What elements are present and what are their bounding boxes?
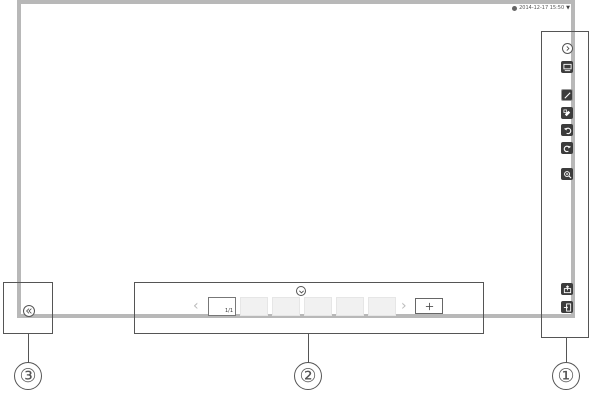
status-dropdown-icon[interactable]: ▼	[566, 5, 570, 11]
callout-box-back	[3, 282, 53, 334]
status-datetime: 2014-12-17 15:50	[519, 5, 565, 11]
callout-leader-3	[28, 334, 29, 363]
callout-number-2: ②	[294, 362, 322, 390]
callout-number-3: ③	[14, 362, 42, 390]
callout-leader-1	[566, 338, 567, 363]
whiteboard-screen[interactable]	[17, 0, 575, 318]
callout-number-1: ①	[552, 362, 580, 390]
callout-box-pagebar	[134, 282, 484, 334]
callout-box-toolbar	[541, 31, 589, 338]
status-dot-icon	[512, 5, 518, 11]
callout-leader-2	[308, 334, 309, 363]
status-bar: 2014-12-17 15:50 ▼	[512, 5, 570, 11]
